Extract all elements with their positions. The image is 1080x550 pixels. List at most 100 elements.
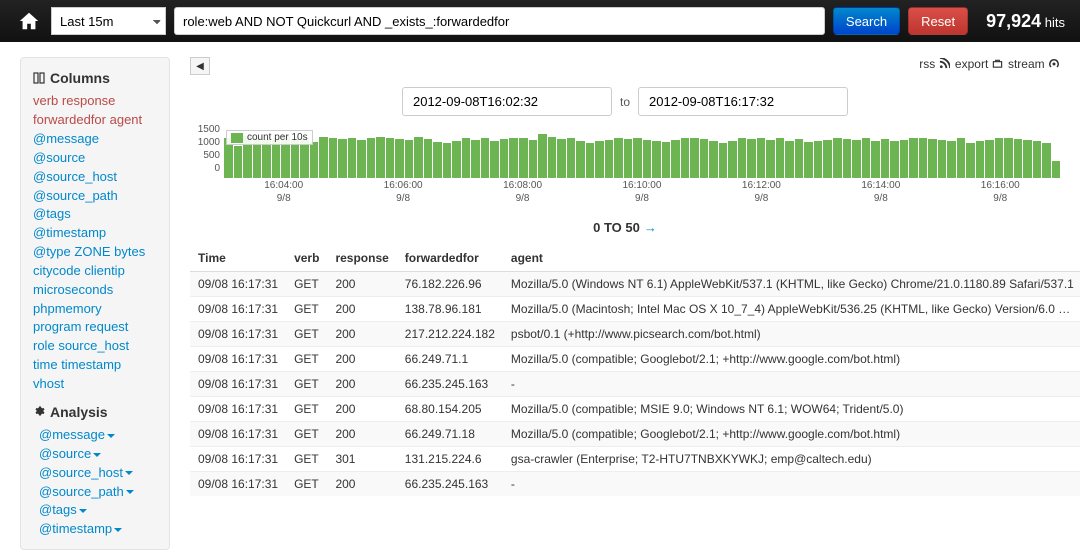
column-item[interactable]: @message bbox=[33, 131, 99, 146]
column-item[interactable]: response bbox=[62, 93, 115, 108]
chart-bar[interactable] bbox=[509, 138, 518, 178]
chart-bar[interactable] bbox=[785, 141, 794, 178]
chart-bar[interactable] bbox=[947, 141, 956, 178]
column-item[interactable]: forwardedfor bbox=[33, 112, 106, 127]
chart-bar[interactable] bbox=[614, 138, 623, 178]
chart-bar[interactable] bbox=[319, 137, 328, 178]
chart-bar[interactable] bbox=[862, 138, 871, 178]
chart-bar[interactable] bbox=[433, 142, 442, 178]
table-row[interactable]: 09/08 16:17:31GET20068.80.154.205Mozilla… bbox=[190, 397, 1080, 422]
column-item[interactable]: @timestamp bbox=[33, 225, 106, 240]
chart-bar[interactable] bbox=[595, 141, 604, 178]
chart-bar[interactable] bbox=[633, 138, 642, 178]
chart-bar[interactable] bbox=[586, 143, 595, 178]
table-row[interactable]: 09/08 16:17:31GET20076.182.226.96Mozilla… bbox=[190, 272, 1080, 297]
table-row[interactable]: 09/08 16:17:31GET200138.78.96.181Mozilla… bbox=[190, 297, 1080, 322]
chart-bar[interactable] bbox=[576, 141, 585, 178]
chart-bar[interactable] bbox=[424, 139, 433, 178]
histogram-chart[interactable]: 150010005000 count per 10s 16:04:009/816… bbox=[190, 124, 1060, 214]
table-row[interactable]: 09/08 16:17:31GET20066.235.245.163- bbox=[190, 372, 1080, 397]
table-row[interactable]: 09/08 16:17:31GET20066.249.71.18Mozilla/… bbox=[190, 422, 1080, 447]
chart-bar[interactable] bbox=[1004, 138, 1013, 178]
chart-bar[interactable] bbox=[709, 141, 718, 178]
column-header[interactable]: forwardedfor bbox=[397, 245, 503, 272]
column-item[interactable]: program bbox=[33, 319, 81, 334]
chart-bar[interactable] bbox=[376, 137, 385, 178]
column-item[interactable]: phpmemory bbox=[33, 301, 102, 316]
chart-bar[interactable] bbox=[852, 140, 861, 178]
column-header[interactable]: agent bbox=[503, 245, 1080, 272]
chart-bar[interactable] bbox=[481, 138, 490, 178]
date-from-input[interactable] bbox=[402, 87, 612, 116]
chart-bar[interactable] bbox=[766, 140, 775, 178]
chart-bar[interactable] bbox=[519, 138, 528, 178]
chart-bar[interactable] bbox=[776, 138, 785, 178]
chart-bar[interactable] bbox=[671, 140, 680, 178]
chart-bar[interactable] bbox=[605, 140, 614, 178]
column-item[interactable]: vhost bbox=[33, 376, 64, 391]
column-item[interactable]: role bbox=[33, 338, 55, 353]
chart-bar[interactable] bbox=[957, 138, 966, 178]
analysis-item[interactable]: @timestamp bbox=[39, 521, 112, 536]
chart-bar[interactable] bbox=[548, 137, 557, 178]
analysis-item[interactable]: @source_path bbox=[39, 484, 124, 499]
chart-bar[interactable] bbox=[681, 138, 690, 178]
chart-bar[interactable] bbox=[738, 138, 747, 178]
column-item[interactable]: @type bbox=[33, 244, 71, 259]
chart-bar[interactable] bbox=[985, 140, 994, 178]
chart-bar[interactable] bbox=[405, 140, 414, 178]
column-item[interactable]: @tags bbox=[33, 206, 71, 221]
chart-bar[interactable] bbox=[1042, 143, 1051, 178]
column-item[interactable]: citycode bbox=[33, 263, 81, 278]
chart-bar[interactable] bbox=[414, 137, 423, 178]
chart-bar[interactable] bbox=[1052, 161, 1061, 178]
chart-bar[interactable] bbox=[624, 139, 633, 178]
column-item[interactable]: bytes bbox=[114, 244, 145, 259]
chart-bar[interactable] bbox=[757, 138, 766, 178]
chart-bar[interactable] bbox=[919, 138, 928, 178]
chart-bar[interactable] bbox=[728, 141, 737, 178]
chart-bar[interactable] bbox=[995, 138, 1004, 178]
chart-bar[interactable] bbox=[719, 143, 728, 178]
table-row[interactable]: 09/08 16:17:31GET301131.215.224.6gsa-cra… bbox=[190, 447, 1080, 472]
column-header[interactable]: verb bbox=[286, 245, 327, 272]
chart-bar[interactable] bbox=[490, 141, 499, 178]
chart-bar[interactable] bbox=[367, 138, 376, 178]
chart-bar[interactable] bbox=[700, 139, 709, 178]
chart-bar[interactable] bbox=[1033, 141, 1042, 178]
column-header[interactable]: response bbox=[327, 245, 396, 272]
column-item[interactable]: time bbox=[33, 357, 58, 372]
chart-bar[interactable] bbox=[871, 141, 880, 178]
back-button[interactable]: ◀ bbox=[190, 57, 210, 75]
analysis-item[interactable]: @source_host bbox=[39, 465, 123, 480]
chart-bar[interactable] bbox=[938, 140, 947, 178]
export-link[interactable]: export bbox=[955, 57, 1003, 71]
chart-bar[interactable] bbox=[652, 141, 661, 178]
column-item[interactable]: verb bbox=[33, 93, 58, 108]
chart-bar[interactable] bbox=[823, 140, 832, 178]
table-row[interactable]: 09/08 16:17:31GET20066.249.71.1Mozilla/5… bbox=[190, 347, 1080, 372]
chart-bar[interactable] bbox=[348, 138, 357, 178]
table-row[interactable]: 09/08 16:17:31GET200217.212.224.182psbot… bbox=[190, 322, 1080, 347]
column-item[interactable]: microseconds bbox=[33, 282, 113, 297]
column-item[interactable]: source_host bbox=[58, 338, 129, 353]
chart-bar[interactable] bbox=[567, 138, 576, 178]
analysis-item[interactable]: @tags bbox=[39, 502, 77, 517]
chart-bar[interactable] bbox=[1023, 140, 1032, 178]
chart-bar[interactable] bbox=[529, 140, 538, 178]
search-input[interactable] bbox=[174, 7, 825, 35]
chart-bar[interactable] bbox=[804, 142, 813, 178]
column-item[interactable]: @source_host bbox=[33, 169, 117, 184]
chart-bar[interactable] bbox=[462, 138, 471, 178]
chart-bar[interactable] bbox=[900, 140, 909, 178]
column-item[interactable]: agent bbox=[110, 112, 143, 127]
column-item[interactable]: timestamp bbox=[61, 357, 121, 372]
chart-bar[interactable] bbox=[976, 141, 985, 178]
chart-bar[interactable] bbox=[690, 138, 699, 178]
chart-bar[interactable] bbox=[966, 143, 975, 178]
column-item[interactable]: request bbox=[85, 319, 128, 334]
chart-bar[interactable] bbox=[310, 142, 319, 178]
table-row[interactable]: 09/08 16:17:31GET20066.235.245.163- bbox=[190, 472, 1080, 497]
chart-bar[interactable] bbox=[272, 140, 281, 178]
chart-bar[interactable] bbox=[1014, 139, 1023, 178]
